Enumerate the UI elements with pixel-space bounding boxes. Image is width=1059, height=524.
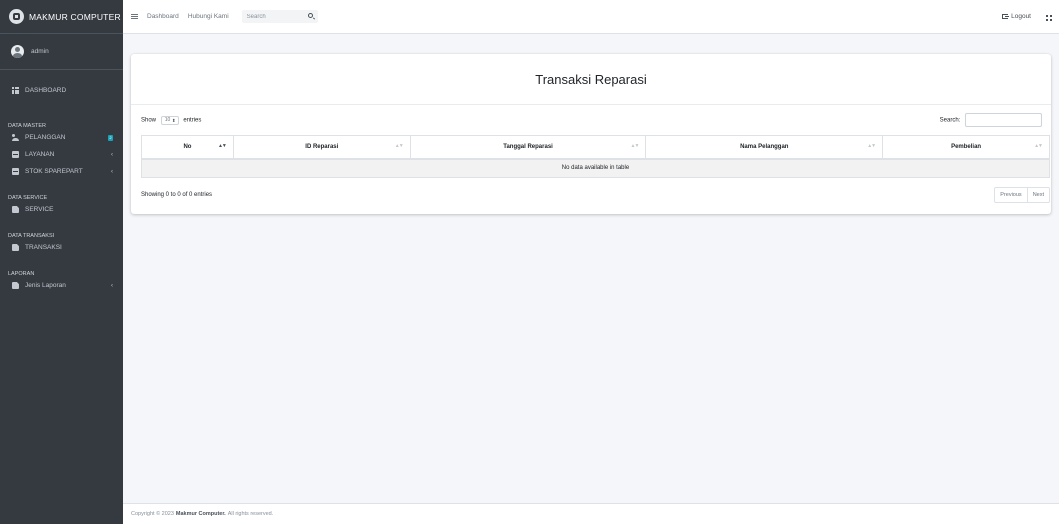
sort-icon: ▲▼ — [394, 143, 404, 149]
user-panel[interactable]: admin — [0, 34, 123, 70]
column-header-tanggal-reparasi[interactable]: Tanggal Reparasi ▲▼ — [409, 135, 647, 160]
pagination: Previous Next — [994, 187, 1050, 203]
sidebar-item-label: DASHBOARD — [25, 87, 67, 94]
table-header-row: No ▲▼ ID Reparasi ▲▼ Tanggal Reparasi ▲▼ Na… — [141, 135, 1050, 160]
file-icon — [12, 206, 19, 213]
reparasi-table: No ▲▼ ID Reparasi ▲▼ Tanggal Reparasi ▲▼ Na… — [141, 135, 1050, 178]
sidebar-header-laporan: LAPORAN — [8, 271, 35, 277]
table-row: No data available in table — [141, 158, 1050, 178]
apps-grid-icon[interactable] — [1046, 15, 1052, 21]
brand-name: MAKMUR COMPUTER — [29, 11, 121, 22]
logout-button[interactable]: Logout — [1002, 13, 1031, 20]
sidebar-item-label: STOK SPAREPART — [25, 168, 83, 175]
table-controls: Show 10 ⬍ entries Search: — [131, 105, 1051, 135]
menu-toggle-icon[interactable] — [131, 14, 138, 19]
chevron-left-icon: ‹ — [111, 282, 113, 289]
sort-icon: ▲▼ — [630, 143, 640, 149]
chevron-left-icon: ‹ — [111, 168, 113, 175]
show-label: Show — [141, 117, 157, 123]
brand-link[interactable]: MAKMUR COMPUTER — [0, 0, 123, 34]
top-navbar: Dashboard Hubungi Kami Logout — [123, 0, 1059, 34]
sidebar: MAKMUR COMPUTER admin DASHBOARD DATA MAS… — [0, 0, 123, 524]
brand-logo-icon — [9, 9, 24, 24]
user-name: admin — [31, 48, 49, 55]
table-info: Showing 0 to 0 of 0 entries — [141, 192, 213, 198]
copyright-company: Makmur Computer. — [175, 511, 226, 517]
nav-link-dashboard[interactable]: Dashboard — [147, 13, 179, 20]
sort-icon: ▲▼ — [867, 143, 876, 149]
next-button[interactable]: Next — [1026, 188, 1049, 202]
sidebar-item-dashboard[interactable]: DASHBOARD — [0, 82, 123, 99]
sidebar-item-label: LAYANAN — [25, 151, 55, 158]
logout-icon — [1002, 14, 1010, 19]
search-input[interactable] — [241, 13, 302, 20]
previous-button[interactable]: Previous — [995, 188, 1026, 202]
nav-link-hubungi-kami[interactable]: Hubungi Kami — [188, 13, 229, 20]
column-header-nama-pelanggan[interactable]: Nama Pelanggan ▲▼ — [645, 135, 884, 160]
column-header-pembelian[interactable]: Pembelian ▲▼ — [882, 135, 1050, 160]
page-title: Transaksi Reparasi — [131, 54, 1051, 105]
sidebar-item-label: TRANSAKSI — [25, 244, 62, 251]
search-icon[interactable] — [307, 13, 313, 18]
sidebar-item-label: PELANGGAN — [25, 134, 66, 141]
empty-table-message: No data available in table — [141, 158, 1050, 178]
sidebar-item-pelanggan[interactable]: PELANGGAN 2 — [0, 129, 123, 146]
column-header-no[interactable]: No ▲▼ — [141, 135, 234, 160]
page-footer: Copyright © 2023 Makmur Computer. All ri… — [123, 503, 1059, 524]
sidebar-item-service[interactable]: SERVICE — [0, 201, 123, 218]
table-footer: Showing 0 to 0 of 0 entries Previous Nex… — [141, 187, 1050, 203]
navbar-search — [241, 10, 318, 23]
sidebar-item-jenis-laporan[interactable]: Jenis Laporan ‹ — [0, 277, 123, 294]
table-filter: Search: — [940, 113, 1042, 127]
chevron-left-icon: ‹ — [111, 151, 113, 158]
sidebar-header-master: DATA MASTER — [8, 123, 46, 129]
file-icon — [12, 244, 19, 251]
sort-icon: ▲▼ — [1034, 143, 1043, 149]
entries-value: 10 — [164, 117, 171, 123]
table-search-input[interactable] — [965, 113, 1042, 127]
copyright-suffix: All rights reserved. — [227, 511, 274, 517]
users-icon — [12, 134, 19, 141]
sidebar-item-stok-sparepart[interactable]: STOK SPAREPART ‹ — [0, 163, 123, 180]
length-control: Show 10 ⬍ entries — [141, 115, 202, 125]
entries-select[interactable]: 10 ⬍ — [160, 115, 179, 125]
dashboard-icon — [12, 87, 19, 94]
sidebar-item-transaksi[interactable]: TRANSAKSI — [0, 239, 123, 256]
logout-label: Logout — [1011, 13, 1031, 20]
entries-label: entries — [183, 117, 202, 123]
box-icon — [12, 168, 19, 175]
sort-icon: ▲▼ — [217, 143, 227, 149]
sidebar-header-service: DATA SERVICE — [8, 195, 48, 201]
pelanggan-badge: 2 — [108, 134, 113, 141]
avatar — [11, 45, 24, 58]
file-icon — [12, 282, 19, 289]
column-header-id-reparasi[interactable]: ID Reparasi ▲▼ — [232, 135, 411, 160]
sidebar-item-layanan[interactable]: LAYANAN ‹ — [0, 146, 123, 163]
copyright-prefix: Copyright © 2023 — [131, 511, 174, 517]
sidebar-item-label: SERVICE — [25, 206, 54, 213]
sidebar-header-transaksi: DATA TRANSAKSI — [8, 233, 55, 239]
select-caret-icon: ⬍ — [171, 117, 176, 123]
table-search-label: Search: — [939, 117, 961, 124]
sidebar-item-label: Jenis Laporan — [25, 282, 66, 289]
box-icon — [12, 151, 19, 158]
